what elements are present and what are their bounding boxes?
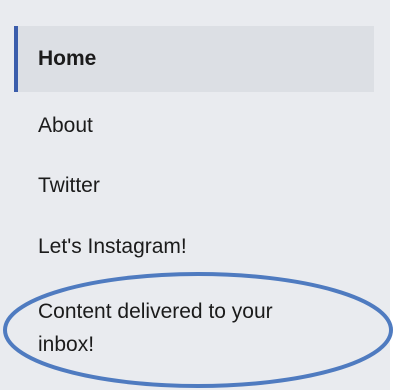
nav-menu: Home About Twitter Let's Instagram! Cont… xyxy=(14,26,374,361)
nav-item-label: Let's Instagram! xyxy=(38,235,187,258)
nav-item-twitter[interactable]: Twitter xyxy=(14,171,374,201)
sidebar-nav-panel: Home About Twitter Let's Instagram! Cont… xyxy=(0,0,390,390)
nav-item-instagram[interactable]: Let's Instagram! xyxy=(14,232,374,262)
nav-item-home[interactable]: Home xyxy=(14,26,374,92)
nav-item-about[interactable]: About xyxy=(14,111,374,141)
nav-item-label: Content delivered to your inbox! xyxy=(38,300,273,356)
nav-item-label: Twitter xyxy=(38,174,100,197)
nav-item-label: About xyxy=(38,114,93,137)
nav-item-newsletter[interactable]: Content delivered to your inbox! xyxy=(14,295,314,361)
nav-item-label: Home xyxy=(38,47,97,70)
